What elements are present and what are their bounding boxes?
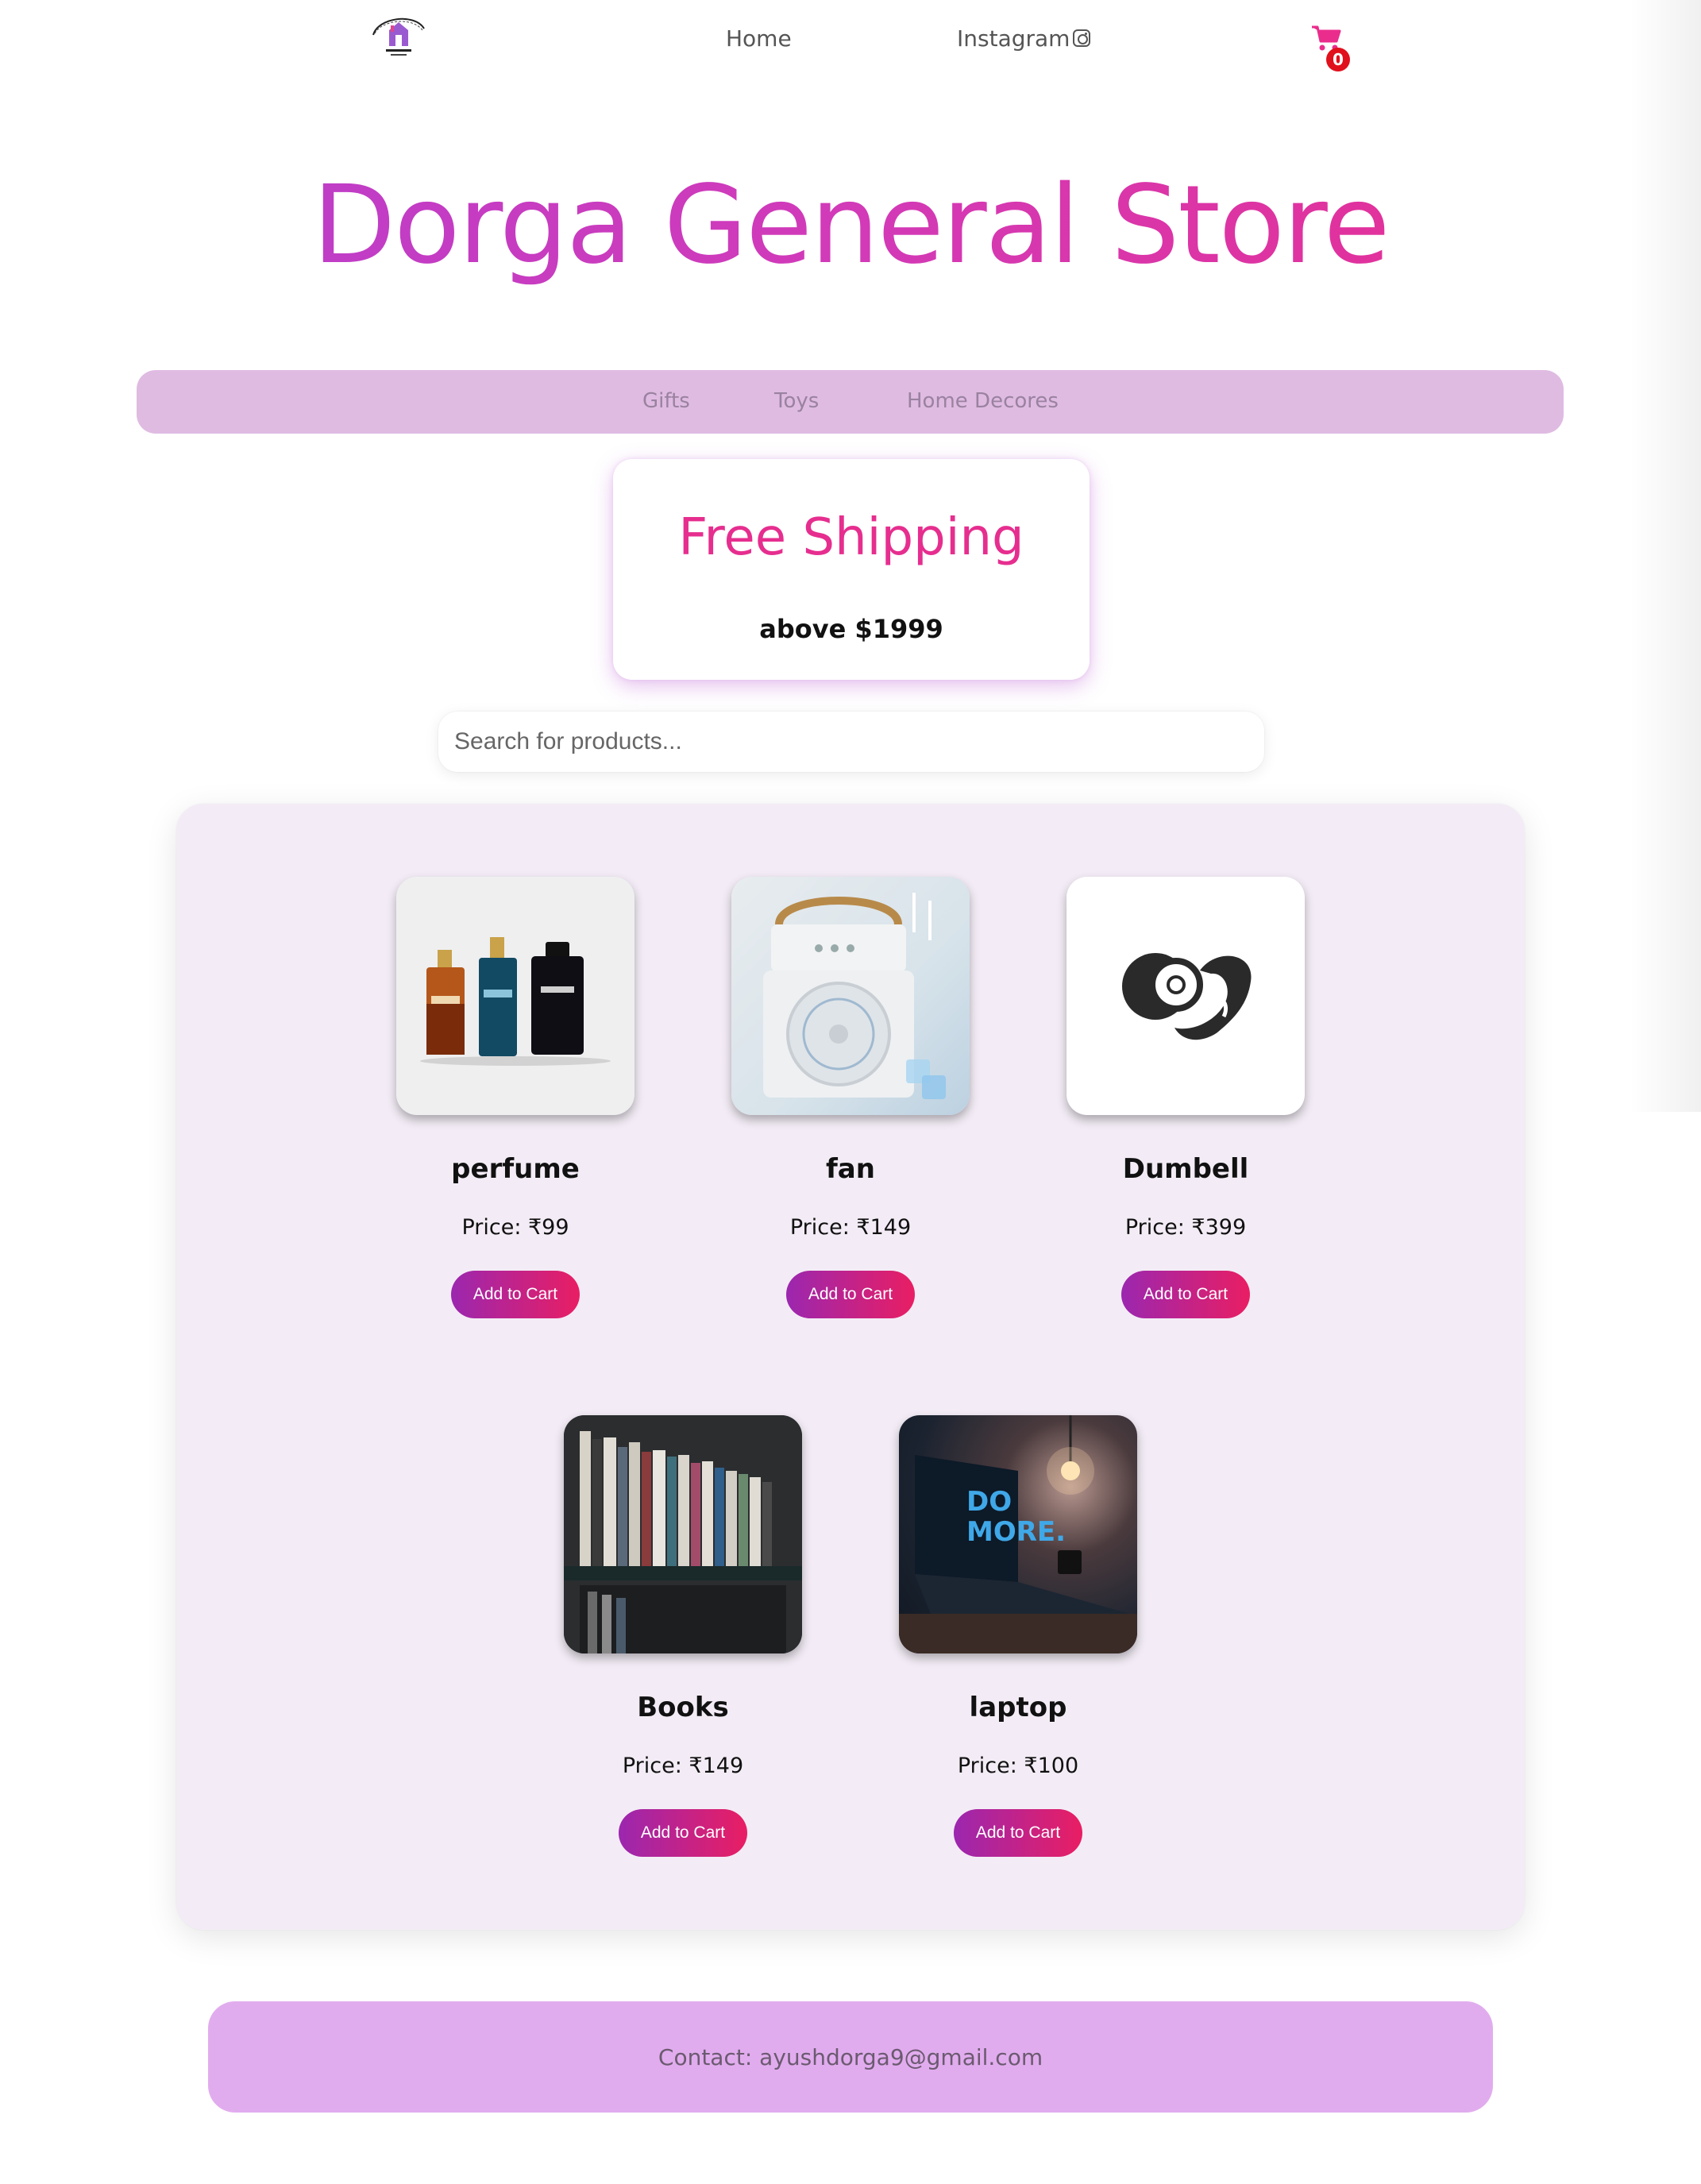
svg-text:MORE.: MORE. <box>966 1516 1066 1548</box>
contact-email[interactable]: Contact: ayushdorga9@gmail.com <box>208 2044 1493 2070</box>
product-card: DO MORE. laptop Price: ₹100 Add to Cart <box>859 1342 1137 1857</box>
instagram-icon <box>1073 29 1091 47</box>
product-name: perfume <box>451 1153 580 1185</box>
product-image-books[interactable] <box>564 1415 802 1653</box>
product-image-perfume[interactable] <box>396 877 634 1115</box>
product-card: Dumbell Price: ₹399 Add to Cart <box>1027 804 1305 1318</box>
product-image-laptop[interactable]: DO MORE. <box>899 1415 1137 1653</box>
product-card: Books Price: ₹149 Add to Cart <box>524 1342 802 1857</box>
product-name: laptop <box>969 1692 1067 1723</box>
category-gifts[interactable]: Gifts <box>642 389 690 413</box>
add-to-cart-button[interactable]: Add to Cart <box>1121 1271 1250 1318</box>
product-card: perfume Price: ₹99 Add to Cart <box>357 804 634 1318</box>
search-input[interactable] <box>438 712 1264 772</box>
product-price: Price: ₹149 <box>789 1215 912 1240</box>
add-to-cart-button[interactable]: Add to Cart <box>619 1809 747 1857</box>
nav-home-link[interactable]: Home <box>726 25 792 52</box>
svg-text:DO: DO <box>966 1486 1012 1518</box>
add-to-cart-button[interactable]: Add to Cart <box>954 1809 1082 1857</box>
product-image-dumbbell[interactable] <box>1066 877 1305 1115</box>
add-to-cart-button[interactable]: Add to Cart <box>786 1271 915 1318</box>
product-name: Dumbell <box>1122 1153 1249 1185</box>
free-shipping-banner: Free Shipping above $1999 <box>613 459 1090 680</box>
product-price: Price: ₹100 <box>957 1754 1079 1778</box>
cart-button[interactable]: 0 <box>1310 24 1350 71</box>
cart-count-badge: 0 <box>1326 48 1350 71</box>
product-price: Price: ₹149 <box>622 1754 744 1778</box>
promo-title: Free Shipping <box>678 508 1024 567</box>
product-image-fan[interactable] <box>731 877 970 1115</box>
top-navigation: Home Instagram 0 <box>0 0 1701 87</box>
promo-subtitle: above $1999 <box>759 614 943 644</box>
product-name: fan <box>826 1153 875 1185</box>
product-card: fan Price: ₹149 Add to Cart <box>692 804 970 1318</box>
product-grid: perfume Price: ₹99 Add to Cart fan Price… <box>176 804 1525 1930</box>
nav-instagram-link[interactable]: Instagram <box>957 25 1091 52</box>
product-name: Books <box>637 1692 729 1723</box>
store-logo[interactable] <box>367 11 430 62</box>
site-title: Dorga General Store <box>0 163 1701 288</box>
product-price: Price: ₹99 <box>461 1215 569 1240</box>
product-price: Price: ₹399 <box>1124 1215 1247 1240</box>
add-to-cart-button[interactable]: Add to Cart <box>451 1271 580 1318</box>
category-home-decores[interactable]: Home Decores <box>907 389 1059 413</box>
category-toys[interactable]: Toys <box>774 389 819 413</box>
nav-instagram-label: Instagram <box>957 25 1070 52</box>
category-bar: Gifts Toys Home Decores <box>137 370 1564 434</box>
footer: Contact: ayushdorga9@gmail.com <box>208 2001 1493 2113</box>
